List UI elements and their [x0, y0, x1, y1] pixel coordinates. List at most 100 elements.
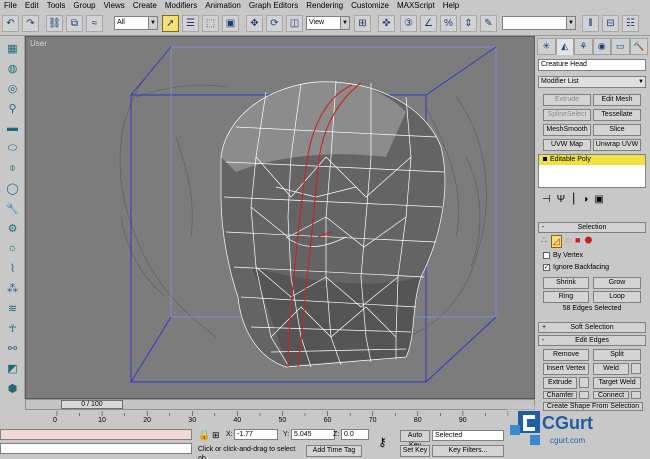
modifier-button-meshsmooth[interactable]: MeshSmooth	[543, 124, 591, 136]
menu-item-customize[interactable]: Customize	[347, 0, 393, 12]
create-helper-icon[interactable]: ⚲	[4, 100, 21, 116]
modifier-button-uvw-map[interactable]: UVW Map	[543, 139, 591, 151]
weld-button[interactable]: Weld	[593, 363, 629, 375]
create-geosphere-icon[interactable]: ◎	[4, 80, 21, 96]
selection-filter-dropdown[interactable]: All ▼	[114, 16, 158, 30]
align-icon[interactable]: ⊟	[602, 15, 619, 32]
snap-toggle-icon[interactable]: ③	[400, 15, 417, 32]
bind-space-warp-icon[interactable]: ≈	[86, 15, 103, 32]
modifier-button-extrude[interactable]: Extrude	[543, 94, 591, 106]
show-end-result-icon[interactable]: Ψ	[557, 194, 565, 205]
menu-item-tools[interactable]: Tools	[43, 0, 70, 12]
bones-icon[interactable]: ⚯	[4, 340, 21, 356]
spinner-snap-icon[interactable]: ⇕	[460, 15, 477, 32]
by-vertex-checkbox[interactable]: By Vertex	[543, 252, 583, 259]
menu-item-file[interactable]: File	[0, 0, 21, 12]
particles-icon[interactable]: ⁂	[4, 280, 21, 296]
configure-modifier-sets-icon[interactable]: ▣	[594, 194, 603, 205]
auto-key-button[interactable]: Auto Key	[400, 430, 430, 449]
menu-item-graph-editors[interactable]: Graph Editors	[245, 0, 302, 12]
extrude-button[interactable]: Extrude	[543, 377, 577, 389]
insert-vertex-button[interactable]: Insert Vertex	[543, 363, 589, 375]
create-tube-icon[interactable]: ⌽	[4, 160, 21, 176]
shrink-button[interactable]: Shrink	[543, 277, 589, 289]
loop-button[interactable]: Loop	[593, 291, 641, 303]
modifier-button-slice[interactable]: Slice	[593, 124, 641, 136]
ignore-backfacing-checkbox[interactable]: ✓ Ignore Backfacing	[543, 264, 609, 271]
time-slider[interactable]: 0 / 100	[61, 400, 123, 409]
menu-item-create[interactable]: Create	[129, 0, 161, 12]
menu-item-maxscript[interactable]: MAXScript	[393, 0, 439, 12]
make-unique-icon[interactable]: ⎮	[571, 194, 576, 205]
target-weld-button[interactable]: Target Weld	[593, 377, 641, 389]
modifier-button-edit-mesh[interactable]: Edit Mesh	[593, 94, 641, 106]
menu-item-help[interactable]: Help	[439, 0, 463, 12]
select-manipulate-icon[interactable]: ✜	[378, 15, 395, 32]
key-icon[interactable]: ⚷	[378, 435, 387, 449]
render-icon[interactable]: ◩	[4, 360, 21, 376]
create-box-icon[interactable]: ▦	[4, 40, 21, 56]
add-time-tag-button[interactable]: Add Time Tag	[306, 445, 362, 457]
connect-button[interactable]: Connect	[593, 391, 629, 399]
x-coordinate-field[interactable]: -1.77	[234, 429, 278, 440]
modify-tab-icon[interactable]: ◭	[555, 38, 574, 55]
y-coordinate-field[interactable]: 5.045	[291, 429, 335, 440]
ring-button[interactable]: Ring	[543, 291, 589, 303]
display-tab-icon[interactable]: ▭	[611, 38, 630, 55]
move-icon[interactable]: ✥	[246, 15, 263, 32]
create-plane-icon[interactable]: ▬	[4, 120, 21, 136]
border-level-icon[interactable]: ◌	[566, 235, 571, 248]
pin-stack-icon[interactable]: ⊣	[542, 194, 551, 205]
selection-rollout[interactable]: - Selection	[538, 222, 646, 233]
mirror-icon[interactable]: ⫴	[582, 15, 599, 32]
undo-icon[interactable]: ↶	[2, 15, 19, 32]
modifier-button-unwrap-uvw[interactable]: Unwrap UVW	[593, 139, 641, 151]
material-icon[interactable]: ⬢	[4, 380, 21, 396]
selection-set-dropdown[interactable]: Selected	[432, 430, 504, 441]
modifier-list-dropdown[interactable]: Modifier List ▼	[538, 76, 646, 88]
connect-settings-button[interactable]	[631, 391, 641, 399]
rotate-icon[interactable]: ⟳	[266, 15, 283, 32]
light-icon[interactable]: ☼	[4, 240, 21, 256]
motion-tab-icon[interactable]: ◉	[592, 38, 611, 55]
wrench-icon[interactable]: 🔧	[4, 200, 21, 216]
menu-item-group[interactable]: Group	[69, 0, 99, 12]
remove-button[interactable]: Remove	[543, 349, 589, 361]
reference-coordinate-dropdown[interactable]: View ▼	[306, 16, 350, 30]
create-tab-icon[interactable]: ✳	[537, 38, 556, 55]
biped-icon[interactable]: ☥	[4, 320, 21, 336]
modifier-button-tessellate[interactable]: Tessellate	[593, 109, 641, 121]
element-level-icon[interactable]: ⬣	[584, 235, 592, 248]
create-cylinder-icon[interactable]: ⬭	[4, 140, 21, 156]
rectangular-region-icon[interactable]: ⬚	[202, 15, 219, 32]
grow-button[interactable]: Grow	[593, 277, 641, 289]
edit-edges-rollout[interactable]: - Edit Edges	[538, 335, 646, 346]
chamfer-settings-button[interactable]	[579, 391, 589, 399]
polygon-level-icon[interactable]: ■	[575, 235, 580, 248]
viewport-label[interactable]: User	[30, 39, 47, 48]
remove-modifier-icon[interactable]: ◑	[582, 194, 588, 205]
create-sphere-icon[interactable]: ◍	[4, 60, 21, 76]
link-icon[interactable]: ⛓	[46, 15, 63, 32]
shapes-icon[interactable]: ⌇	[4, 260, 21, 276]
maxscript-listener[interactable]	[0, 429, 192, 440]
menu-item-animation[interactable]: Animation	[201, 0, 245, 12]
named-selection-sets-dropdown[interactable]: ▼	[502, 16, 576, 30]
object-name-field[interactable]: Creature Head	[538, 59, 646, 71]
window-crossing-icon[interactable]: ▣	[222, 15, 239, 32]
select-by-name-icon[interactable]: ☰	[182, 15, 199, 32]
extrude-settings-button[interactable]	[579, 377, 589, 388]
time-slider-track[interactable]: 0 / 100	[25, 399, 535, 410]
lock-selection-icon[interactable]: 🔒	[198, 430, 210, 441]
menu-item-views[interactable]: Views	[100, 0, 129, 12]
z-coordinate-field[interactable]: 0.0	[341, 429, 369, 440]
menu-item-rendering[interactable]: Rendering	[302, 0, 347, 12]
unlink-icon[interactable]: ⧉	[66, 15, 83, 32]
named-selection-icon[interactable]: ✎	[480, 15, 497, 32]
angle-snap-icon[interactable]: ∠	[420, 15, 437, 32]
soft-selection-rollout[interactable]: + Soft Selection	[538, 322, 646, 333]
camera-icon[interactable]: ⚙	[4, 220, 21, 236]
layers-icon[interactable]: ☷	[622, 15, 639, 32]
create-torus-icon[interactable]: ◯	[4, 180, 21, 196]
maxscript-output[interactable]	[0, 443, 192, 454]
